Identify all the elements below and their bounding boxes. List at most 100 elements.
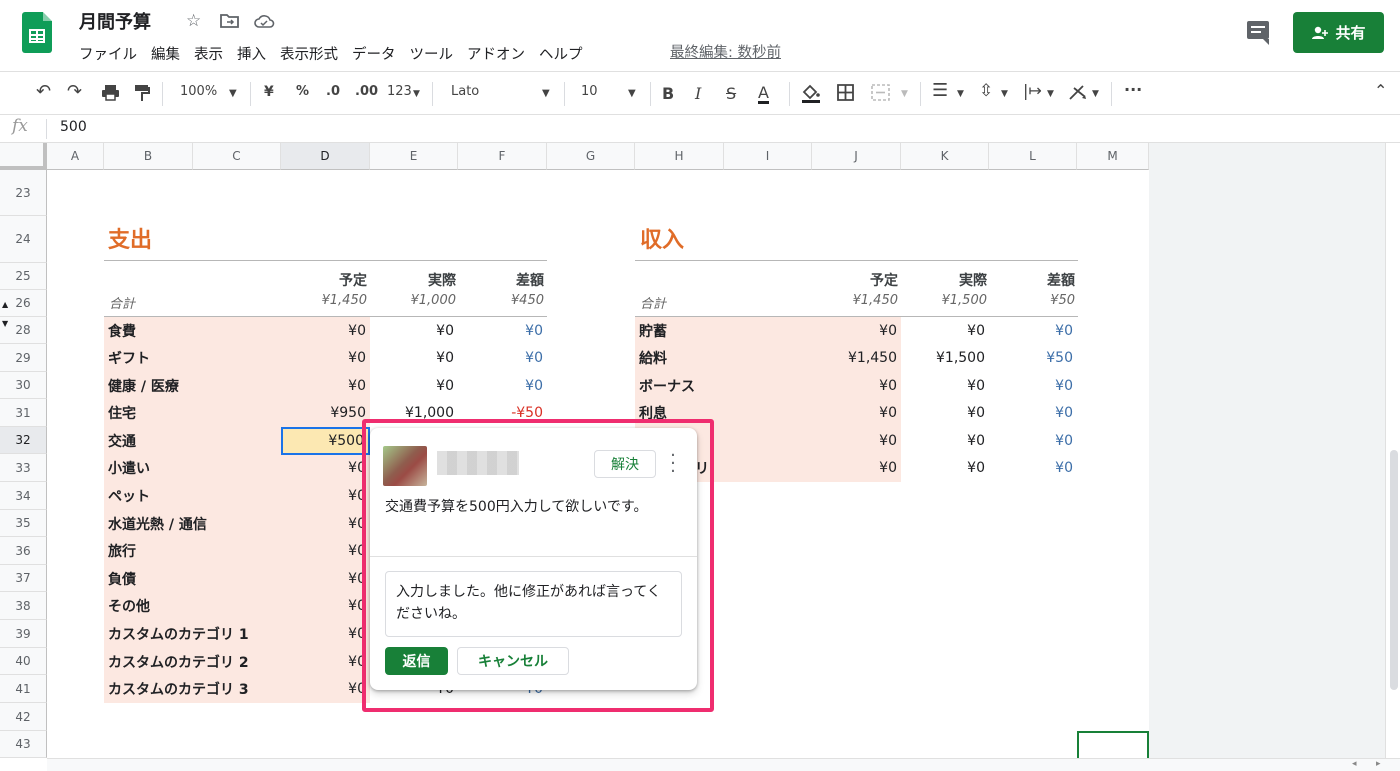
expenses-actual-cell[interactable]: ¥0 — [370, 317, 458, 344]
vertical-align-dropdown-icon[interactable]: ▼ — [1001, 89, 1008, 99]
reply-input[interactable]: 入力しました。他に修正があれば言ってくださいね。 — [385, 571, 682, 637]
expenses-plan-cell[interactable]: ¥0 — [281, 344, 370, 372]
move-folder-icon[interactable] — [220, 13, 239, 28]
expenses-plan-cell[interactable]: ¥0 — [281, 648, 370, 675]
bold-icon[interactable]: B — [662, 84, 674, 103]
expenses-row-label[interactable]: 住宅 — [104, 399, 281, 427]
merge-dropdown-icon[interactable]: ▼ — [901, 89, 908, 99]
column-header-i[interactable]: I — [724, 143, 812, 170]
more-formats-button[interactable]: 123 — [387, 84, 412, 99]
column-header-h[interactable]: H — [635, 143, 724, 170]
column-header-l[interactable]: L — [989, 143, 1077, 170]
text-wrap-dropdown-icon[interactable]: ▼ — [1047, 89, 1054, 99]
column-header-f[interactable]: F — [458, 143, 547, 170]
expenses-plan-cell[interactable]: ¥0 — [281, 675, 370, 703]
expenses-row-label[interactable]: ギフト — [104, 344, 281, 372]
merge-cells-icon[interactable] — [871, 84, 890, 101]
cell-cursor-m43[interactable] — [1077, 731, 1149, 758]
income-actual-cell[interactable]: ¥0 — [901, 454, 989, 482]
font-dropdown-icon[interactable]: ▼ — [542, 88, 550, 99]
row-header-29[interactable]: 29 — [0, 344, 47, 372]
comment-history-icon[interactable] — [1247, 21, 1269, 45]
column-header-b[interactable]: B — [104, 143, 193, 170]
row-header-33[interactable]: 33 — [0, 454, 47, 482]
income-actual-cell[interactable]: ¥0 — [901, 372, 989, 399]
vertical-scroll-thumb[interactable] — [1390, 450, 1398, 690]
menu-view[interactable]: 表示 — [194, 43, 223, 64]
expenses-actual-cell[interactable]: ¥0 — [370, 372, 458, 399]
expenses-diff-cell[interactable]: ¥0 — [458, 344, 547, 372]
row-header-31[interactable]: 31 — [0, 399, 47, 427]
row-header-40[interactable]: 40 — [0, 648, 47, 675]
italic-icon[interactable]: I — [695, 84, 701, 103]
font-size-select[interactable]: 10 — [581, 84, 598, 99]
income-diff-cell[interactable]: ¥50 — [989, 344, 1077, 372]
expenses-plan-cell[interactable]: ¥0 — [281, 592, 370, 620]
row-header-34[interactable]: 34 — [0, 482, 47, 510]
expenses-plan-cell[interactable]: ¥0 — [281, 482, 370, 510]
menu-tools[interactable]: ツール — [410, 43, 454, 64]
scroll-right-icon[interactable]: ▸ — [1376, 759, 1381, 769]
expenses-row-label[interactable]: カスタムのカテゴリ 3 — [104, 675, 281, 703]
expenses-plan-cell[interactable]: ¥0 — [281, 565, 370, 592]
font-family-select[interactable]: Lato — [451, 84, 479, 99]
currency-format-button[interactable]: ¥ — [264, 84, 274, 100]
expenses-row-label[interactable]: 旅行 — [104, 537, 281, 565]
row-header-36[interactable]: 36 — [0, 537, 47, 565]
menu-help[interactable]: ヘルプ — [539, 43, 583, 64]
expenses-plan-cell[interactable]: ¥0 — [281, 620, 370, 648]
income-actual-cell[interactable]: ¥0 — [901, 399, 989, 427]
expenses-diff-cell[interactable]: ¥0 — [458, 317, 547, 344]
expenses-row-label[interactable]: 健康 / 医療 — [104, 372, 281, 399]
text-rotation-icon[interactable] — [1068, 84, 1088, 101]
more-formats-dropdown-icon[interactable]: ▼ — [413, 89, 420, 99]
row-header-43[interactable]: 43 — [0, 731, 47, 758]
income-diff-cell[interactable]: ¥0 — [989, 427, 1077, 454]
select-all-corner[interactable] — [0, 143, 47, 170]
more-icon[interactable]: ··· — [1124, 80, 1142, 99]
horizontal-scrollbar[interactable] — [47, 758, 1400, 771]
sheets-logo-icon[interactable] — [22, 12, 52, 53]
star-icon[interactable]: ☆ — [186, 11, 201, 31]
row-header-25[interactable]: 25 — [0, 263, 47, 290]
expenses-row-label[interactable]: カスタムのカテゴリ 1 — [104, 620, 281, 648]
income-plan-cell[interactable]: ¥1,450 — [812, 344, 901, 372]
income-actual-cell[interactable]: ¥0 — [901, 427, 989, 454]
income-row-label[interactable]: ボーナス — [635, 372, 812, 399]
scroll-left-icon[interactable]: ◂ — [1352, 759, 1357, 769]
vertical-align-icon[interactable]: ⇳ — [979, 81, 993, 101]
expenses-plan-cell[interactable]: ¥0 — [281, 454, 370, 482]
font-size-dropdown-icon[interactable]: ▼ — [628, 88, 636, 99]
menu-data[interactable]: データ — [352, 43, 396, 64]
income-row-label[interactable]: 給料 — [635, 344, 812, 372]
row-group-collapse-icon[interactable]: ▼ — [2, 319, 8, 328]
income-actual-cell[interactable]: ¥0 — [901, 317, 989, 344]
zoom-dropdown-icon[interactable]: ▼ — [229, 88, 237, 99]
decrease-decimal-button[interactable]: .0 — [326, 84, 340, 99]
expenses-row-label[interactable]: 小遣い — [104, 454, 281, 482]
expenses-row-label[interactable]: 交通 — [104, 427, 281, 454]
expenses-plan-cell[interactable]: ¥0 — [281, 537, 370, 565]
percent-format-button[interactable]: % — [296, 84, 309, 99]
income-row-label[interactable]: 貯蓄 — [635, 317, 812, 344]
row-header-35[interactable]: 35 — [0, 510, 47, 537]
horizontal-align-icon[interactable]: ☰ — [932, 80, 948, 101]
redo-icon[interactable]: ↷ — [67, 81, 82, 102]
row-group-expand-icon[interactable]: ▲ — [2, 300, 8, 309]
expenses-row-label[interactable]: 食費 — [104, 317, 281, 344]
expenses-row-label[interactable]: その他 — [104, 592, 281, 620]
print-icon[interactable] — [101, 84, 120, 101]
income-diff-cell[interactable]: ¥0 — [989, 317, 1077, 344]
cloud-saved-icon[interactable] — [254, 14, 275, 28]
income-actual-cell[interactable]: ¥1,500 — [901, 344, 989, 372]
borders-icon[interactable] — [837, 84, 854, 101]
expenses-diff-cell[interactable]: ¥0 — [458, 372, 547, 399]
undo-icon[interactable]: ↶ — [36, 81, 51, 102]
expenses-row-label[interactable]: カスタムのカテゴリ 2 — [104, 648, 281, 675]
share-button[interactable]: 共有 — [1293, 12, 1384, 53]
expenses-plan-cell[interactable]: ¥950 — [281, 399, 370, 427]
income-plan-cell[interactable]: ¥0 — [812, 399, 901, 427]
menu-format[interactable]: 表示形式 — [280, 43, 338, 64]
row-header-30[interactable]: 30 — [0, 372, 47, 399]
formula-input[interactable]: 500 — [60, 119, 87, 135]
